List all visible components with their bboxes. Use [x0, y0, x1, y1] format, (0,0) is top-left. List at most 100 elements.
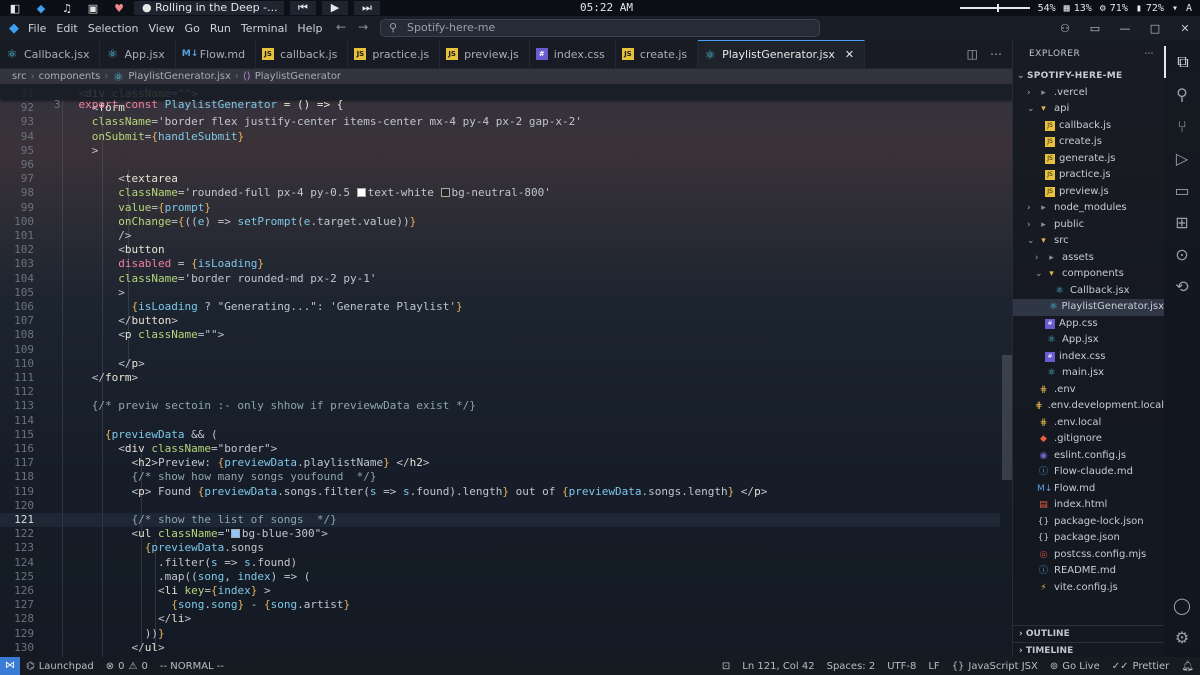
tab-playlistgenerator-jsx[interactable]: ⚛ PlaylistGenerator.jsx ✕	[698, 40, 866, 68]
menu-file[interactable]: File	[28, 22, 46, 35]
copilot-icon[interactable]: ⚇	[1050, 22, 1080, 35]
tab-preview-js[interactable]: JS preview.js	[440, 40, 530, 68]
run-debug-icon[interactable]: ▷	[1164, 142, 1200, 174]
code-line[interactable]: 109	[0, 343, 1000, 357]
explorer-item-index-html[interactable]: ▤ index.html	[1013, 497, 1164, 514]
code-line[interactable]: 97 <textarea	[0, 172, 1000, 186]
explorer-item-gitignore[interactable]: ◆ .gitignore	[1013, 431, 1164, 448]
code-line[interactable]: 117 <h2>Preview: {previewData.playlistNa…	[0, 456, 1000, 470]
code-line[interactable]: 98 className='rounded-full px-4 py-0.5 t…	[0, 186, 1000, 200]
code-line[interactable]: 106 {isLoading ? "Generating...": 'Gener…	[0, 300, 1000, 314]
code-line[interactable]: 120	[0, 499, 1000, 513]
code-line[interactable]: 128 </li>	[0, 612, 1000, 626]
tab-create-js[interactable]: JS create.js	[616, 40, 699, 68]
code-line[interactable]: 99 value={prompt}	[0, 201, 1000, 215]
tab-index-css[interactable]: # index.css	[530, 40, 616, 68]
explorer-icon[interactable]: ⧉	[1164, 46, 1200, 78]
code-line[interactable]: 107 </button>	[0, 314, 1000, 328]
picture-icon[interactable]: ▣	[86, 2, 100, 15]
explorer-item-package-json[interactable]: {} package.json	[1013, 530, 1164, 547]
explorer-item-components[interactable]: ⌄ ▾ components	[1013, 266, 1164, 283]
explorer-item-playlistgenerator-jsx[interactable]: ⚛ PlaylistGenerator.jsx	[1013, 299, 1164, 316]
tab-callback-jsx[interactable]: ⚛ Callback.jsx	[0, 40, 101, 68]
explorer-item-practice-js[interactable]: JS practice.js	[1013, 167, 1164, 184]
tab-flow-md[interactable]: M↓ Flow.md	[176, 40, 257, 68]
music-icon[interactable]: ♫	[60, 2, 74, 15]
tab-callback-js[interactable]: JS callback.js	[256, 40, 349, 68]
editor-scrollbar[interactable]	[1002, 355, 1012, 480]
code-editor[interactable]: 91 <div className="">92 <form93 classNam…	[0, 84, 1012, 657]
code-line[interactable]: 115 {previewData && (	[0, 428, 1000, 442]
layout-icon[interactable]: ▭	[1080, 22, 1110, 35]
breadcrumb-src[interactable]: src	[12, 71, 27, 82]
code-line[interactable]: 101 />	[0, 229, 1000, 243]
command-center-search[interactable]: ⚲ Spotify-here-me	[380, 19, 820, 37]
explorer-item-src[interactable]: ⌄ ▾ src	[1013, 233, 1164, 250]
launcher-icon[interactable]: ◧	[8, 2, 22, 15]
menu-edit[interactable]: Edit	[56, 22, 77, 35]
menu-go[interactable]: Go	[185, 22, 200, 35]
explorer-item-readme-md[interactable]: ⓘ README.md	[1013, 563, 1164, 580]
back-arrow-icon[interactable]: ←	[336, 20, 346, 34]
explorer-item-node-modules[interactable]: › ▸ node_modules	[1013, 200, 1164, 217]
code-line[interactable]: 123 {previewData.songs	[0, 541, 1000, 555]
more-actions-icon[interactable]: ⋯	[1145, 40, 1155, 68]
code-line[interactable]: 122 <ul className=" bg-blue-300">	[0, 527, 1000, 541]
code-line[interactable]: 100 onChange={((e) => setPrompt(e.target…	[0, 215, 1000, 229]
now-playing-title[interactable]: ● Rolling in the Deep -...	[134, 1, 284, 15]
explorer-item-postcss-config-mjs[interactable]: ◎ postcss.config.mjs	[1013, 547, 1164, 564]
explorer-item-flow-claude-md[interactable]: ⓘ Flow-claude.md	[1013, 464, 1164, 481]
code-line[interactable]: 102 <button	[0, 243, 1000, 257]
outline-section[interactable]: › OUTLINE	[1013, 625, 1165, 642]
explorer-item-vercel[interactable]: › ▸ .vercel	[1013, 85, 1164, 102]
code-line[interactable]: 129 ))}	[0, 627, 1000, 641]
zoom-icon[interactable]: ⊡	[716, 661, 736, 672]
explorer-item-assets[interactable]: › ▸ assets	[1013, 250, 1164, 267]
menu-help[interactable]: Help	[297, 22, 322, 35]
volume-slider[interactable]	[959, 4, 1030, 12]
code-line[interactable]: 130 </ul>	[0, 641, 1000, 655]
code-line[interactable]: 124 .filter(s => s.found)	[0, 556, 1000, 570]
end-of-line[interactable]: LF	[922, 661, 945, 672]
go-live-button[interactable]: ⊚ Go Live	[1044, 661, 1106, 672]
live-share-icon[interactable]: ⟲	[1164, 270, 1200, 302]
code-line[interactable]: 104 className='border rounded-md px-2 py…	[0, 272, 1000, 286]
launchpad-button[interactable]: ⌬ Launchpad	[20, 661, 100, 672]
play-button[interactable]: ▶	[322, 1, 348, 15]
code-line[interactable]: 94 onSubmit={handleSubmit}	[0, 130, 1000, 144]
explorer-item-app-jsx[interactable]: ⚛ App.jsx	[1013, 332, 1164, 349]
more-actions-icon[interactable]: ⋯	[990, 47, 1002, 61]
code-line[interactable]: 103 disabled = {isLoading}	[0, 257, 1000, 271]
minimize-icon[interactable]: —	[1110, 22, 1140, 35]
code-line[interactable]: 127 {song.song} - {song.artist}	[0, 598, 1000, 612]
code-line[interactable]: 114	[0, 414, 1000, 428]
explorer-item-env[interactable]: ⋕ .env	[1013, 382, 1164, 399]
explorer-item-index-css[interactable]: # index.css	[1013, 349, 1164, 366]
explorer-item-app-css[interactable]: # App.css	[1013, 316, 1164, 333]
explorer-item-env-development-local[interactable]: ⋕ .env.development.local	[1013, 398, 1164, 415]
code-line[interactable]: 119 <p> Found {previewData.songs.filter(…	[0, 485, 1000, 499]
encoding[interactable]: UTF-8	[881, 661, 922, 672]
tab-app-jsx[interactable]: ⚛ App.jsx	[100, 40, 176, 68]
menu-terminal[interactable]: Terminal	[241, 22, 288, 35]
code-line[interactable]: 113 {/* previw sectoin :- only shhow if …	[0, 399, 1000, 413]
split-editor-icon[interactable]: ◫	[967, 47, 978, 61]
explorer-item-flow-md[interactable]: M↓ Flow.md	[1013, 481, 1164, 498]
notifications-bell-icon[interactable]: 🔔︎	[1175, 661, 1200, 672]
source-control-icon[interactable]: ⑂	[1164, 110, 1200, 142]
explorer-item-package-lock-json[interactable]: {} package-lock.json	[1013, 514, 1164, 531]
close-icon[interactable]: ✕	[1170, 22, 1200, 35]
sticky-scroll-header[interactable]: 3 export const PlaylistGenerator = () => …	[0, 84, 1012, 111]
explorer-item-public[interactable]: › ▸ public	[1013, 217, 1164, 234]
menu-view[interactable]: View	[148, 22, 174, 35]
close-tab-icon[interactable]: ✕	[845, 48, 854, 61]
settings-gear-icon[interactable]: ⚙	[1164, 621, 1200, 653]
menu-run[interactable]: Run	[210, 22, 231, 35]
code-line[interactable]: 105 >	[0, 286, 1000, 300]
git-graph-icon[interactable]: ⊙	[1164, 238, 1200, 270]
remote-explorer-icon[interactable]: ▭	[1164, 174, 1200, 206]
explorer-item-create-js[interactable]: JS create.js	[1013, 134, 1164, 151]
explorer-item-callback-js[interactable]: JS callback.js	[1013, 118, 1164, 135]
code-line[interactable]: 108 <p className="">	[0, 328, 1000, 342]
explorer-item-vite-config-js[interactable]: ⚡ vite.config.js	[1013, 580, 1164, 597]
